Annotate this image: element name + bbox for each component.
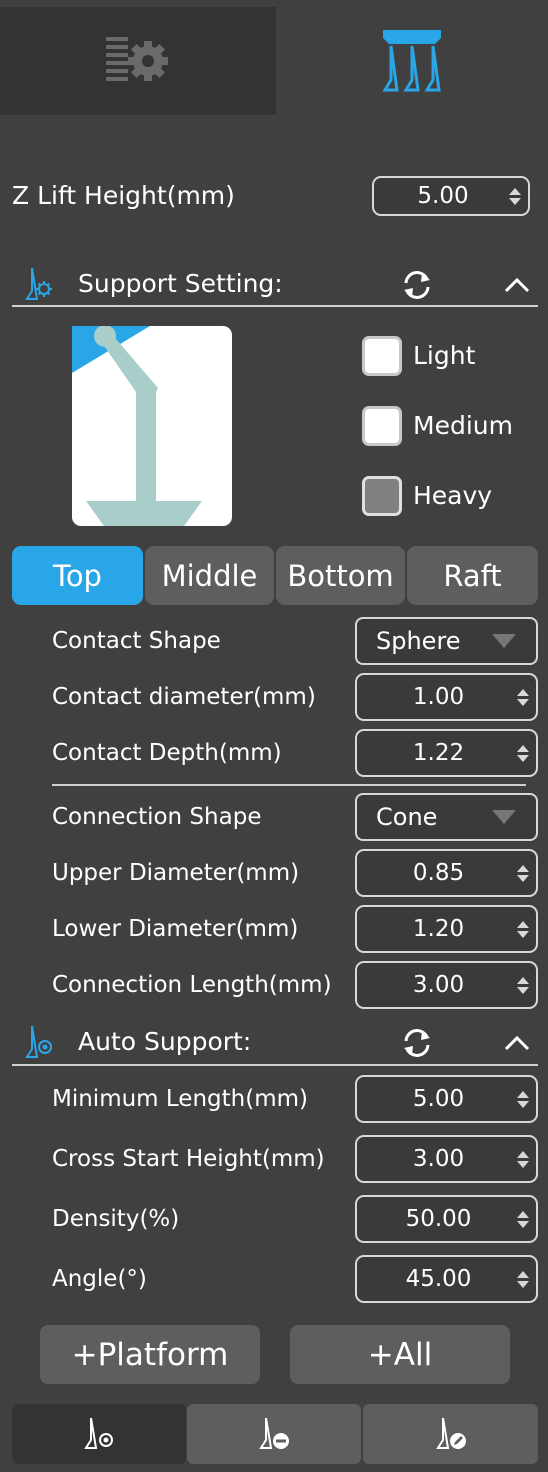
connection-shape-value: Cone [376, 803, 438, 831]
spin-arrows[interactable] [510, 907, 536, 951]
medium-checkbox[interactable] [362, 406, 402, 446]
remove-support-point-icon [259, 1417, 289, 1449]
tab-raft[interactable]: Raft [407, 546, 538, 605]
reset-refresh-icon[interactable] [400, 268, 434, 302]
light-checkbox[interactable] [362, 336, 402, 376]
spin-arrows[interactable] [510, 675, 536, 719]
medium-label: Medium [413, 411, 513, 440]
connection-length-label: Connection Length(mm) [52, 972, 332, 998]
contact-depth-value: 1.22 [412, 740, 465, 766]
contact-shape-value: Sphere [376, 627, 461, 655]
angle-value: 45.00 [405, 1266, 472, 1292]
contact-diameter-value: 1.00 [412, 684, 465, 710]
minimum-length-spinbox[interactable]: 5.00 [355, 1075, 538, 1123]
collapse-chevron-up-icon[interactable] [503, 1034, 531, 1052]
tool-add-support-point[interactable] [12, 1404, 186, 1464]
spin-arrows[interactable] [510, 1257, 536, 1301]
tool-remove-support-point[interactable] [187, 1404, 361, 1464]
lower-diameter-value: 1.20 [412, 916, 465, 942]
contact-depth-label: Contact Depth(mm) [52, 740, 282, 766]
contact-shape-label: Contact Shape [52, 628, 221, 654]
z-lift-value: 5.00 [417, 183, 469, 209]
reset-refresh-icon[interactable] [400, 1026, 434, 1060]
spin-arrows[interactable] [510, 851, 536, 895]
auto-support-icon [25, 1025, 52, 1058]
density-value: 50.00 [405, 1206, 472, 1232]
settings-list-gear-icon [106, 37, 168, 81]
tab-settings[interactable] [0, 7, 276, 115]
auto-support-title: Auto Support: [78, 1027, 252, 1056]
support-setting-title: Support Setting: [78, 269, 283, 298]
tab-top[interactable]: Top [12, 546, 143, 605]
spin-arrows[interactable] [510, 1197, 536, 1241]
contact-diameter-label: Contact diameter(mm) [52, 684, 316, 710]
spin-arrows[interactable] [510, 963, 536, 1007]
add-support-point-icon [84, 1417, 113, 1449]
spin-arrows[interactable] [502, 178, 528, 214]
upper-diameter-value: 0.85 [412, 860, 465, 886]
section-divider [12, 305, 538, 307]
connection-length-value: 3.00 [412, 972, 465, 998]
contact-shape-select[interactable]: Sphere [355, 617, 538, 665]
heavy-label: Heavy [413, 481, 493, 510]
connection-shape-label: Connection Shape [52, 804, 262, 830]
support-setting-icon [25, 267, 52, 300]
upper-diameter-spinbox[interactable]: 0.85 [355, 849, 538, 897]
spin-arrows[interactable] [510, 731, 536, 775]
angle-label: Angle(°) [52, 1266, 147, 1292]
heavy-checkbox[interactable] [362, 476, 402, 516]
cross-start-height-label: Cross Start Height(mm) [52, 1146, 325, 1172]
collapse-chevron-up-icon[interactable] [503, 276, 531, 294]
connection-length-spinbox[interactable]: 3.00 [355, 961, 538, 1009]
edit-support-point-icon [435, 1417, 466, 1449]
angle-spinbox[interactable]: 45.00 [355, 1255, 538, 1303]
tab-bottom[interactable]: Bottom [276, 546, 405, 605]
section-divider [12, 1064, 538, 1066]
top-tab-bar [0, 0, 548, 115]
add-platform-button[interactable]: +Platform [40, 1325, 260, 1384]
chevron-down-icon [492, 634, 516, 648]
minimum-length-label: Minimum Length(mm) [52, 1086, 308, 1112]
cross-start-height-value: 3.00 [412, 1146, 465, 1172]
density-label: Density(%) [52, 1206, 180, 1232]
minimum-length-value: 5.00 [412, 1086, 465, 1112]
connection-shape-select[interactable]: Cone [355, 793, 538, 841]
spin-arrows[interactable] [510, 1077, 536, 1121]
z-lift-label: Z Lift Height(mm) [12, 181, 235, 210]
support-structure-icon [382, 30, 441, 92]
tool-edit-support-point[interactable] [363, 1404, 538, 1464]
upper-diameter-label: Upper Diameter(mm) [52, 860, 300, 886]
cross-start-height-spinbox[interactable]: 3.00 [355, 1135, 538, 1183]
contact-diameter-spinbox[interactable]: 1.00 [355, 673, 538, 721]
spin-arrows[interactable] [510, 1137, 536, 1181]
light-label: Light [413, 341, 476, 370]
lower-diameter-label: Lower Diameter(mm) [52, 916, 299, 942]
z-lift-spinbox[interactable]: 5.00 [372, 176, 530, 216]
contact-depth-spinbox[interactable]: 1.22 [355, 729, 538, 777]
add-all-button[interactable]: +All [290, 1325, 510, 1384]
group-divider [52, 784, 526, 786]
chevron-down-icon [492, 810, 516, 824]
tab-middle[interactable]: Middle [145, 546, 274, 605]
lower-diameter-spinbox[interactable]: 1.20 [355, 905, 538, 953]
density-spinbox[interactable]: 50.00 [355, 1195, 538, 1243]
support-preview-image [72, 326, 232, 526]
tab-support[interactable] [276, 7, 548, 115]
